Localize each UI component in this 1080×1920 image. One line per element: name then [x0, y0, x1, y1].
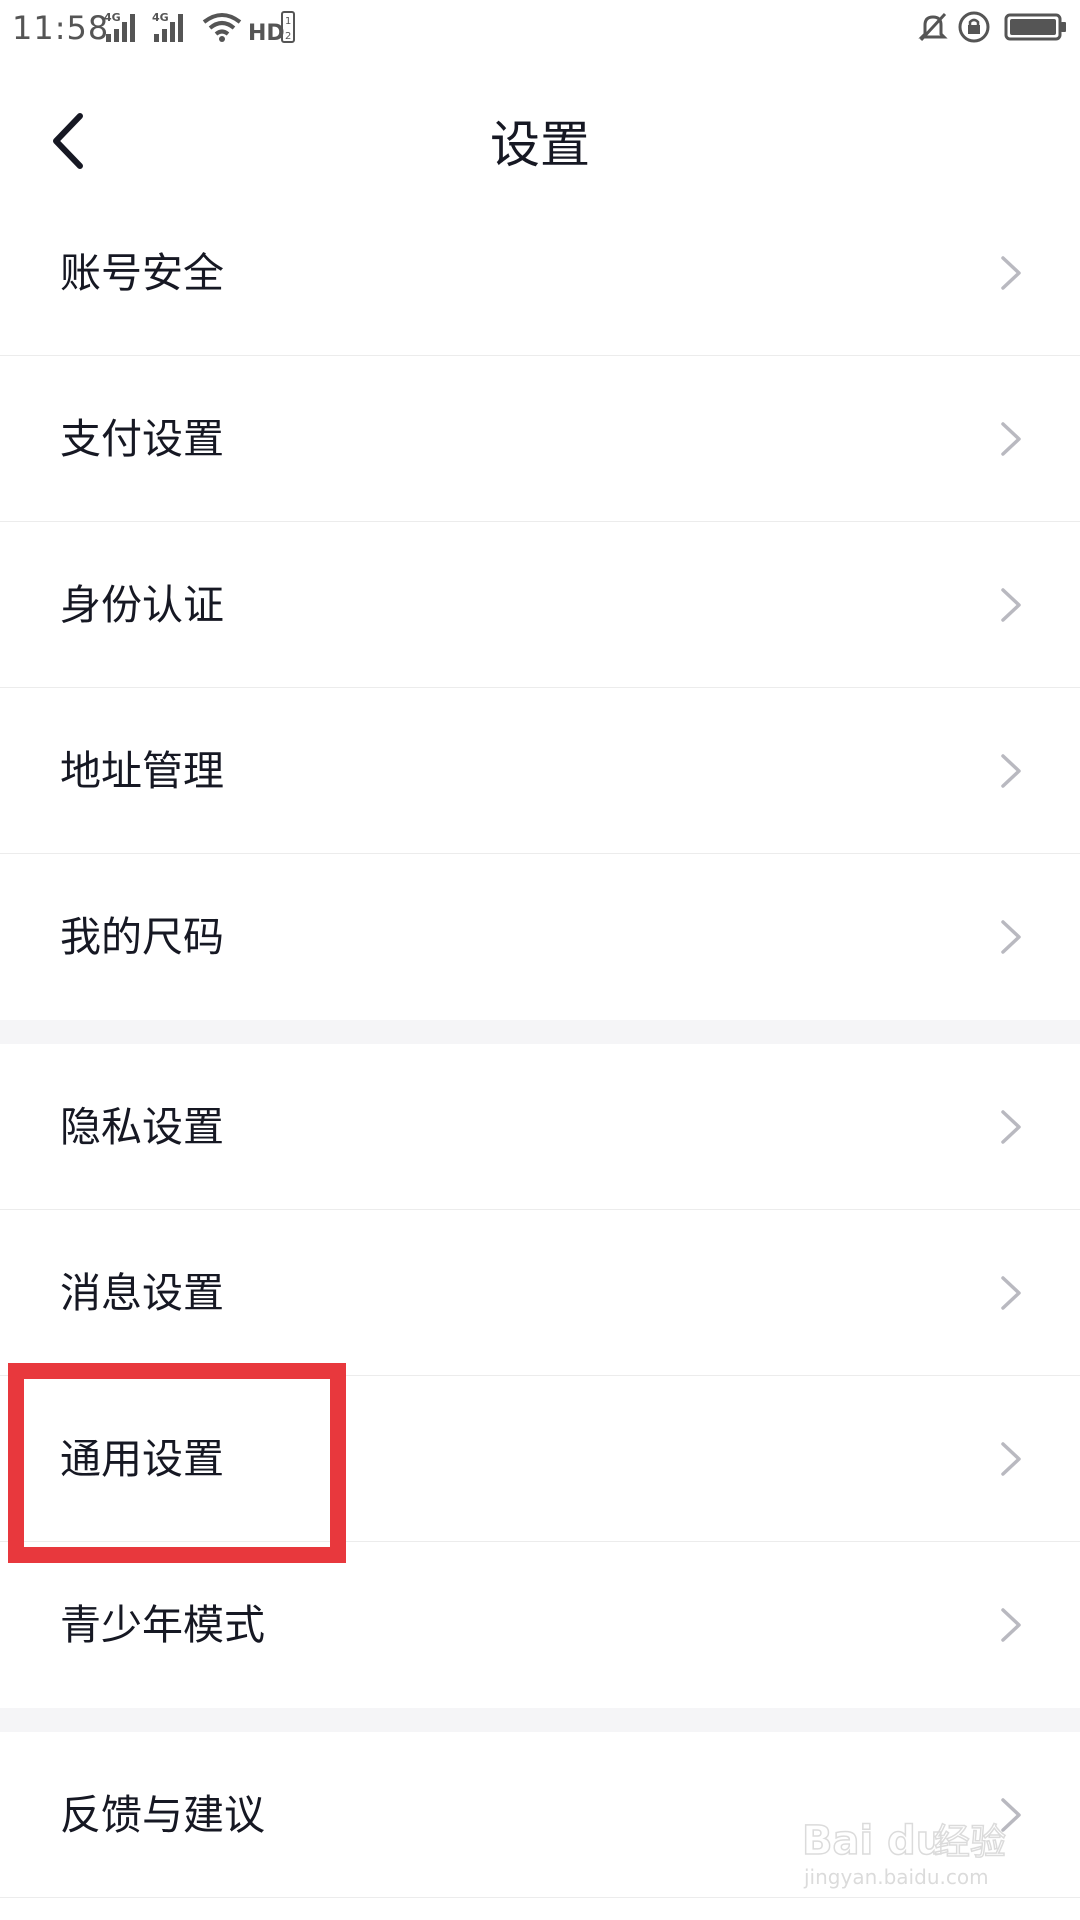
- rotation-lock-icon: [956, 10, 992, 44]
- settings-item-teen-mode[interactable]: 青少年模式: [0, 1542, 1080, 1708]
- settings-item-address[interactable]: 地址管理: [0, 688, 1080, 854]
- watermark-brand: Bai du: [802, 1818, 944, 1864]
- hd-icon: HD 1 2: [248, 10, 296, 44]
- settings-item-payment[interactable]: 支付设置: [0, 356, 1080, 522]
- chevron-right-icon: [1001, 422, 1021, 456]
- settings-item-label: 地址管理: [60, 747, 224, 795]
- settings-item-label: 我的尺码: [60, 913, 224, 961]
- settings-item-label: 青少年模式: [60, 1601, 265, 1649]
- settings-item-notifications[interactable]: 消息设置: [0, 1210, 1080, 1376]
- highlight-annotation: [8, 1363, 346, 1563]
- network-1-label: 4G: [104, 11, 121, 24]
- settings-list: 账号安全 支付设置 身份认证 地址管理 我的尺码 隐私设置 消息设置 通用设置 …: [0, 190, 1080, 1898]
- settings-item-account-security[interactable]: 账号安全: [0, 190, 1080, 356]
- baidu-jingyan-watermark: Bai du 经验 jingyan.baidu.com: [801, 1812, 1022, 1892]
- battery-icon: [1004, 10, 1068, 44]
- signal-icon: 4G: [152, 10, 192, 44]
- status-bar: 11:58 4G 4G HD 1 2: [0, 0, 1080, 56]
- network-2-label: 4G: [152, 11, 169, 24]
- svg-text:1: 1: [285, 16, 291, 27]
- settings-item-identity[interactable]: 身份认证: [0, 522, 1080, 688]
- signal-icon: 4G: [104, 10, 144, 44]
- chevron-right-icon: [1001, 754, 1021, 788]
- chevron-right-icon: [1001, 1608, 1021, 1642]
- watermark-site: jingyan.baidu.com: [803, 1865, 989, 1889]
- settings-item-label: 消息设置: [60, 1269, 224, 1317]
- chevron-right-icon: [1001, 920, 1021, 954]
- settings-item-my-size[interactable]: 我的尺码: [0, 854, 1080, 1020]
- group-divider: [0, 1708, 1080, 1732]
- settings-item-privacy[interactable]: 隐私设置: [0, 1044, 1080, 1210]
- settings-page: 11:58 4G 4G HD 1 2 设置 账号安全 支付设置 身份认证 地址管…: [0, 0, 1080, 1920]
- watermark-brand-cn: 经验: [934, 1822, 1006, 1863]
- chevron-right-icon: [1001, 256, 1021, 290]
- settings-item-label: 隐私设置: [60, 1103, 224, 1151]
- settings-item-label: 支付设置: [60, 415, 224, 463]
- hd-label: HD: [248, 21, 285, 44]
- settings-item-label: 反馈与建议: [60, 1791, 265, 1839]
- chevron-right-icon: [1001, 588, 1021, 622]
- mute-bell-icon: [916, 10, 950, 44]
- chevron-right-icon: [1001, 1110, 1021, 1144]
- page-title: 设置: [490, 116, 590, 174]
- group-divider: [0, 1020, 1080, 1044]
- settings-item-label: 身份认证: [60, 581, 224, 629]
- svg-text:2: 2: [285, 31, 291, 42]
- chevron-right-icon: [1001, 1442, 1021, 1476]
- chevron-right-icon: [1001, 1276, 1021, 1310]
- status-time: 11:58: [12, 9, 110, 47]
- settings-item-label: 账号安全: [60, 249, 224, 297]
- wifi-icon: [200, 10, 244, 44]
